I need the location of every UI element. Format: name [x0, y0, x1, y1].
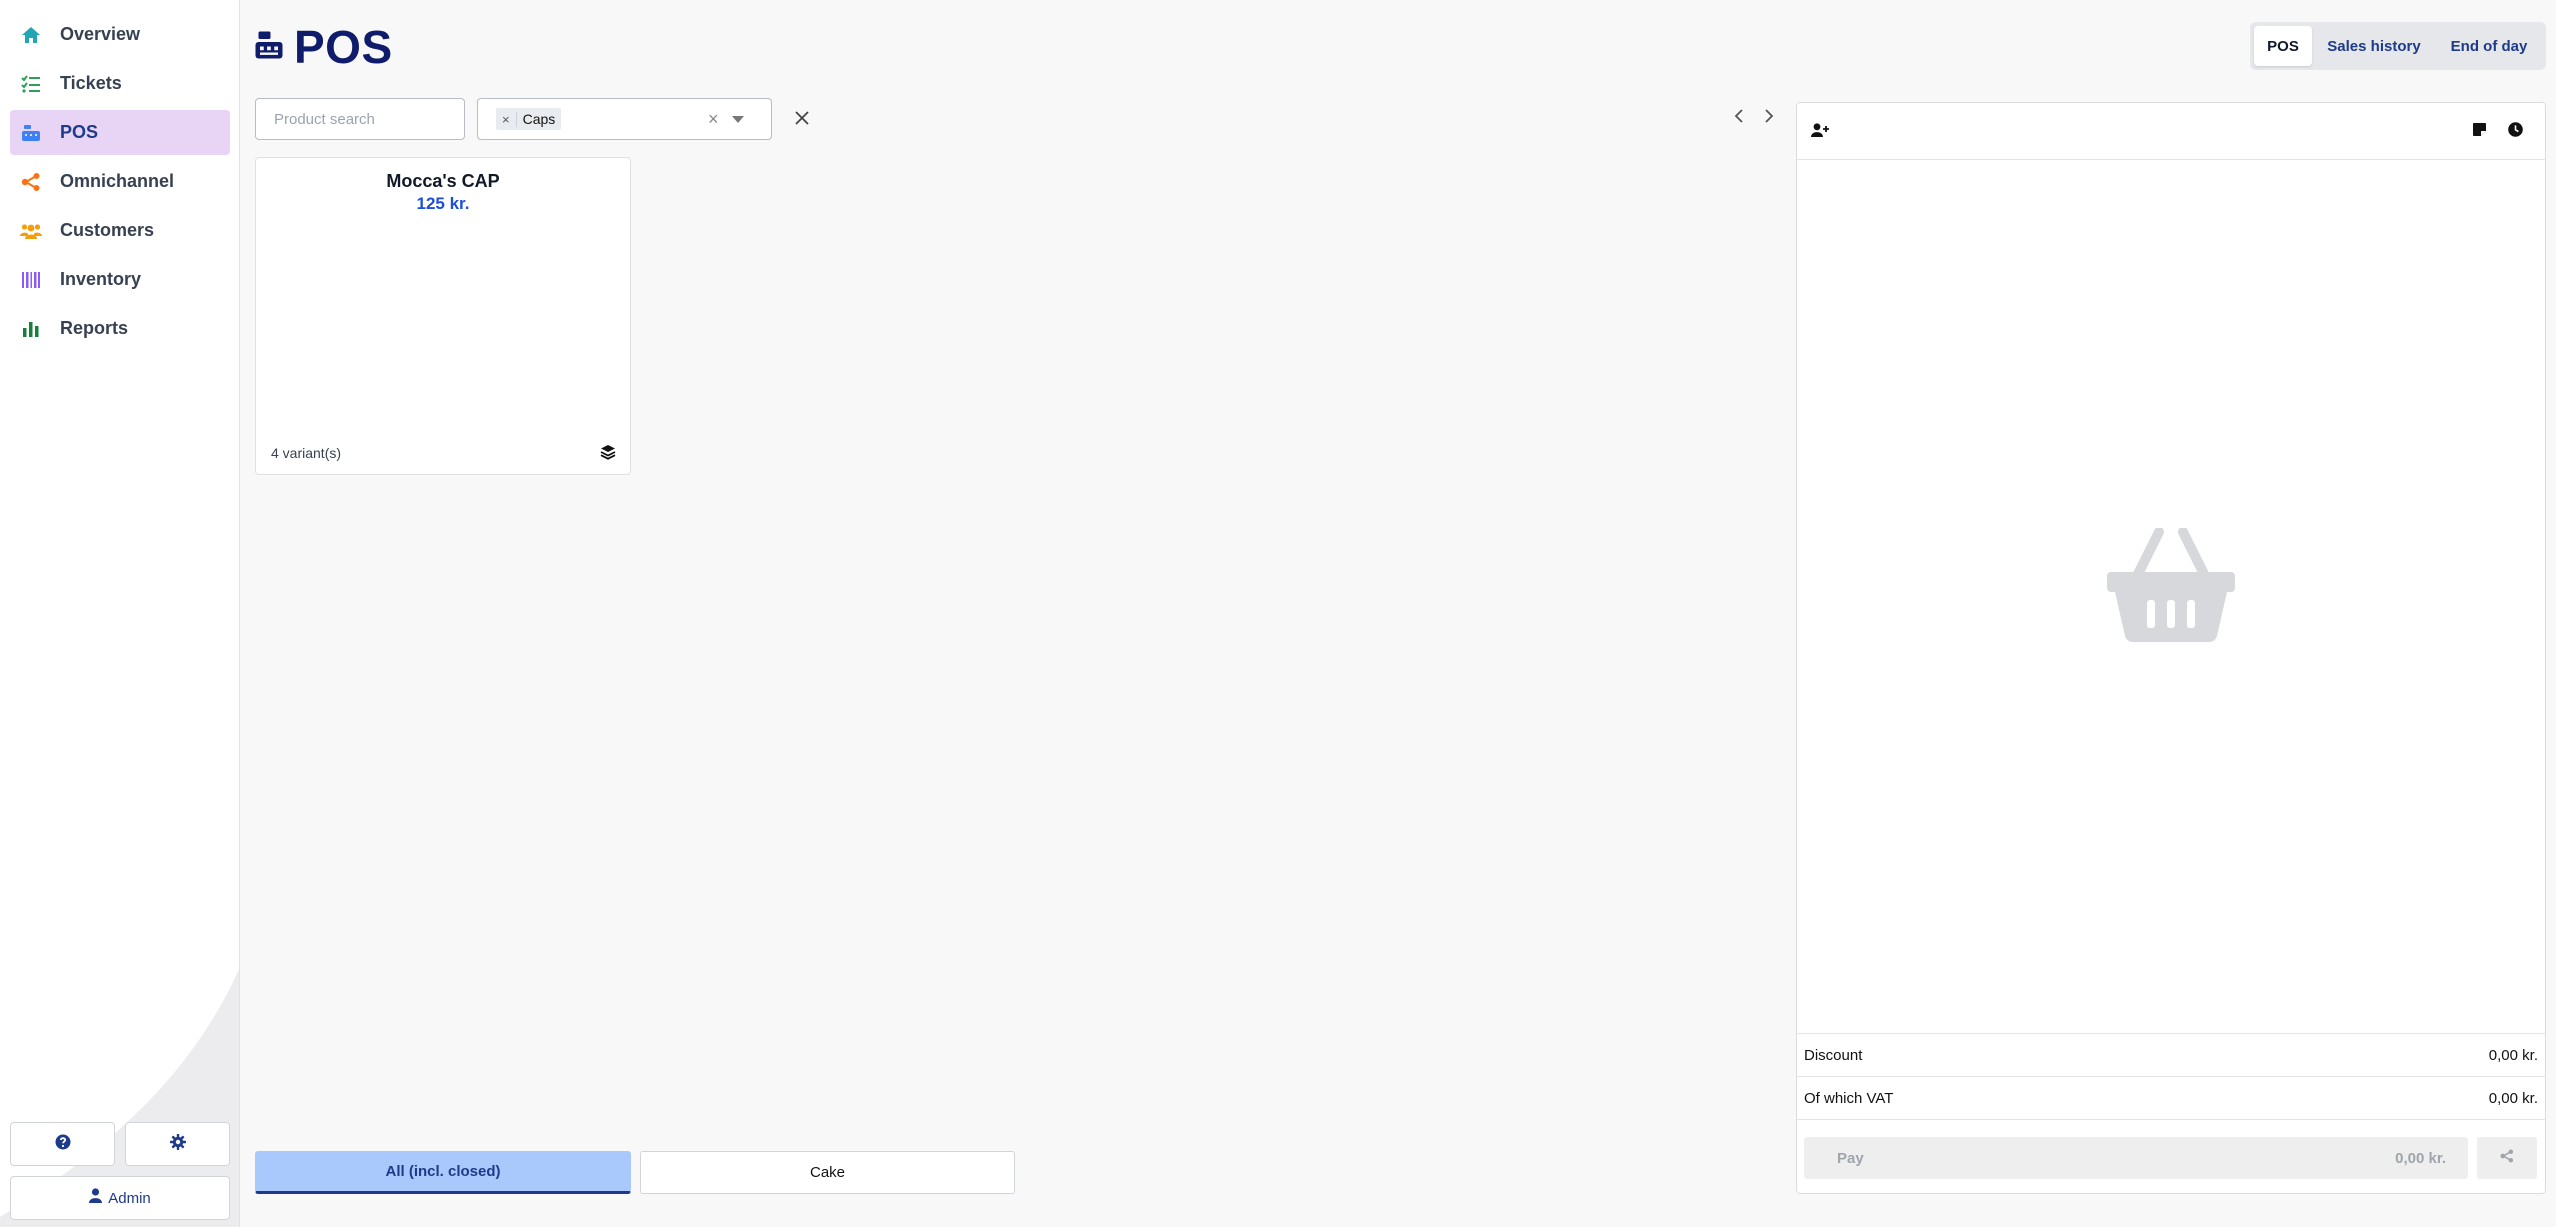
vat-row: Of which VAT 0,00 kr. [1797, 1076, 2545, 1119]
select-clear-button[interactable]: × [708, 109, 719, 130]
product-variant-count: 4 variant(s) [271, 445, 342, 461]
home-icon [20, 24, 42, 46]
sidebar-item-overview[interactable]: Overview [10, 12, 230, 57]
category-cake[interactable]: Cake [640, 1151, 1015, 1194]
parked-sales-button[interactable] [2504, 121, 2526, 143]
tab-end-of-day[interactable]: End of day [2436, 26, 2542, 66]
user-plus-icon [1811, 122, 1829, 142]
barcode-icon [20, 269, 42, 291]
question-circle-icon [55, 1134, 71, 1155]
sidebar-item-inventory[interactable]: Inventory [10, 257, 230, 302]
cart-header [1797, 103, 2545, 160]
discount-row: Discount 0,00 kr. [1797, 1033, 2545, 1076]
share-nodes-icon [2500, 1149, 2514, 1168]
product-price: 125 kr. [416, 194, 470, 213]
sidebar-item-label: Overview [60, 24, 141, 44]
product-search-input[interactable] [255, 98, 465, 140]
cart-panel: Discount 0,00 kr. Of which VAT 0,00 kr. … [1796, 102, 2546, 1194]
view-tabs: POS Sales history End of day [2250, 22, 2546, 70]
product-name: Mocca's CAP [386, 171, 500, 191]
vat-label: Of which VAT [1804, 1089, 1894, 1107]
share-nodes-icon [20, 171, 42, 193]
sidebar-item-label: Reports [60, 318, 129, 338]
category-all[interactable]: All (incl. closed) [255, 1151, 631, 1194]
next-page-button[interactable] [1757, 106, 1781, 130]
add-customer-button[interactable] [1809, 121, 1831, 143]
share-button[interactable] [2477, 1137, 2537, 1179]
sidebar-item-label: Omnichannel [60, 171, 175, 191]
sidebar-item-omnichannel[interactable]: Omnichannel [10, 159, 230, 204]
sidebar-item-tickets[interactable]: Tickets [10, 61, 230, 106]
sidebar: Overview Tickets POS Omnichannel Custome… [0, 0, 240, 1227]
sidebar-item-label: Inventory [60, 269, 142, 289]
discount-label: Discount [1804, 1046, 1863, 1064]
page-title: POS [254, 20, 393, 74]
category-chip: × Caps [496, 108, 562, 130]
clear-filters-button[interactable] [790, 108, 814, 132]
sidebar-item-customers[interactable]: Customers [10, 208, 230, 253]
sidebar-item-pos[interactable]: POS [10, 110, 230, 155]
pay-button[interactable]: Pay 0,00 kr. [1804, 1137, 2468, 1179]
user-icon [89, 1188, 103, 1208]
chip-remove-button[interactable]: × [496, 111, 517, 127]
tab-pos[interactable]: POS [2254, 26, 2312, 66]
settings-button[interactable] [125, 1122, 230, 1166]
product-card[interactable]: Mocca's CAP 125 kr. 4 variant(s) [255, 157, 631, 475]
sidebar-nav: Overview Tickets POS Omnichannel Custome… [10, 12, 230, 355]
help-button[interactable] [10, 1122, 115, 1166]
page-title-text: POS [294, 21, 393, 73]
tab-sales-history[interactable]: Sales history [2312, 26, 2436, 66]
pay-amount: 0,00 kr. [2395, 1149, 2446, 1167]
chevron-right-icon [1764, 108, 1774, 128]
sidebar-item-label: POS [60, 122, 99, 142]
clock-icon [2507, 122, 2523, 142]
note-icon [2472, 123, 2486, 141]
bar-chart-icon [20, 318, 42, 340]
users-icon [20, 220, 42, 242]
prev-page-button[interactable] [1727, 106, 1751, 130]
discount-value: 0,00 kr. [2488, 1046, 2538, 1064]
vat-value: 0,00 kr. [2488, 1089, 2538, 1107]
close-icon [795, 110, 809, 130]
empty-basket-icon [2107, 527, 2235, 648]
pay-label: Pay [1837, 1149, 1864, 1167]
sidebar-item-label: Customers [60, 220, 155, 240]
sidebar-item-reports[interactable]: Reports [10, 306, 230, 351]
category-select[interactable]: × Caps × [477, 98, 772, 140]
sidebar-item-label: Tickets [60, 73, 122, 93]
layers-icon [600, 444, 616, 465]
note-button[interactable] [2468, 121, 2490, 143]
tasks-icon [20, 73, 42, 95]
chevron-left-icon [1734, 108, 1744, 128]
chip-label: Caps [522, 111, 556, 127]
cash-register-icon [20, 122, 42, 144]
cash-register-icon [254, 30, 284, 65]
divider [1797, 1119, 2545, 1120]
gear-icon [169, 1133, 186, 1155]
user-button[interactable]: Admin [10, 1176, 230, 1220]
user-label: Admin [108, 1189, 151, 1207]
chevron-down-icon[interactable] [732, 116, 744, 123]
